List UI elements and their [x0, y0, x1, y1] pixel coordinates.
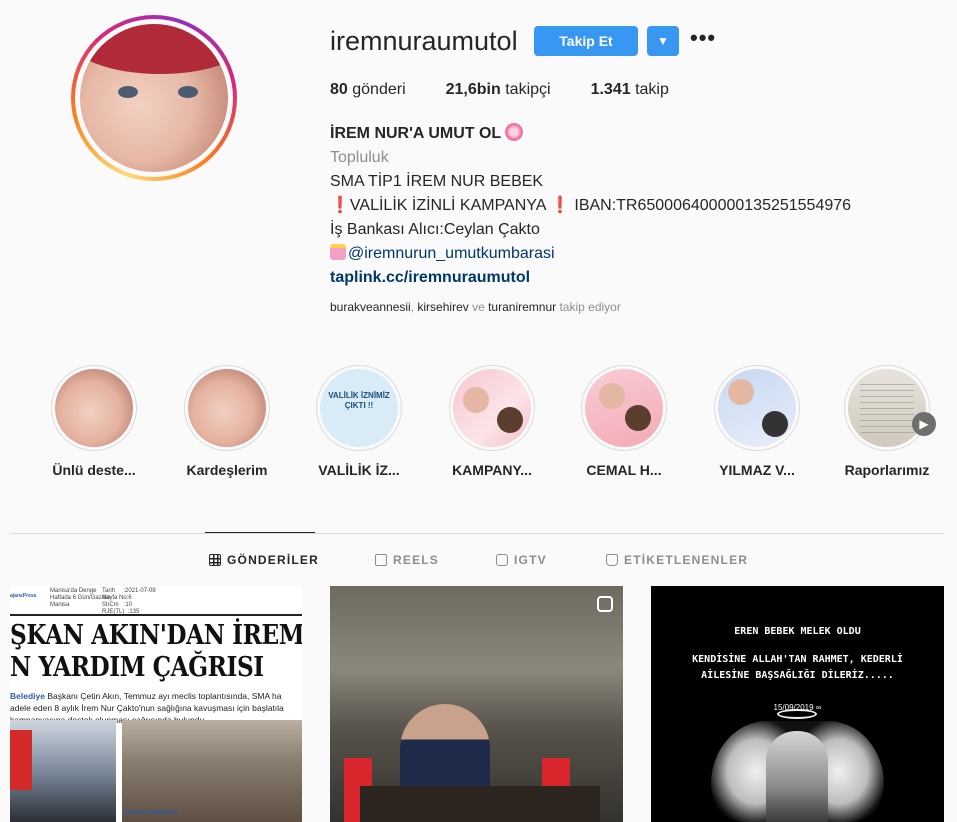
- followed-by-text[interactable]: burakveannesii, kirsehirev ve turaniremn…: [330, 300, 621, 314]
- highlight-cover: [55, 369, 133, 447]
- highlight-item[interactable]: Kardeşlerim: [172, 365, 282, 478]
- shopping-bag-icon: [330, 244, 346, 260]
- chevron-right-icon[interactable]: ▶: [912, 412, 936, 436]
- highlight-item[interactable]: YILMAZ V...: [702, 365, 812, 478]
- reels-icon: [597, 596, 613, 612]
- newspaper-photo: [122, 720, 302, 822]
- tab-tagged[interactable]: ETİKETLENENLER: [606, 553, 748, 567]
- newspaper-headline: ŞKAN AKIN'DAN İREM BEBE: [10, 620, 302, 651]
- highlight-item[interactable]: KAMPANY...: [437, 365, 547, 478]
- highlight-cover: [453, 369, 531, 447]
- tab-igtv[interactable]: IGTV: [496, 553, 547, 567]
- posts-count: 80 gönderi: [330, 81, 406, 98]
- highlight-cover: [718, 369, 796, 447]
- highlight-item[interactable]: CEMAL H...: [569, 365, 679, 478]
- post-title: EREN BEBEK MELEK OLDU: [734, 626, 861, 637]
- post-thumbnail[interactable]: [330, 586, 623, 822]
- child-photo: [766, 731, 828, 822]
- highlight-item[interactable]: VALİLİK İZNİMİZ ÇIKTI !! VALİLİK İZ...: [304, 365, 414, 478]
- more-options-button[interactable]: •••: [690, 25, 720, 54]
- post-thumbnail[interactable]: EREN BEBEK MELEK OLDU KENDİSİNE ALLAH'TA…: [651, 586, 944, 822]
- exclamation-icon: ❗: [550, 197, 570, 214]
- post-thumbnail[interactable]: ajansPress Manisa'da Denge Haftada 6 Gün…: [10, 586, 302, 822]
- flower-icon: [505, 123, 524, 141]
- igtv-icon: [496, 554, 508, 566]
- profile-avatar[interactable]: [71, 15, 237, 181]
- more-icon: •••: [690, 25, 717, 50]
- story-highlights: Ünlü deste... Kardeşlerim VALİLİK İZNİMİ…: [0, 365, 957, 485]
- highlight-item[interactable]: Ünlü deste...: [39, 365, 149, 478]
- profile-username: iremnuraumutol: [330, 26, 518, 56]
- newspaper-masthead: ajansPress Manisa'da Denge Haftada 6 Gün…: [10, 588, 156, 615]
- profile-stats: 80 gönderi 21,6bin takipçi 1.341 takip: [330, 81, 709, 99]
- bio-mention-link[interactable]: @iremnurun_umutkumbarasi: [348, 245, 555, 262]
- newspaper-headline: N YARDIM ÇAĞRISI: [10, 652, 264, 683]
- tag-icon: [606, 554, 618, 566]
- bio-line-2: ❗VALİLİK İZİNLİ KAMPANYA ❗ IBAN:TR650006…: [330, 197, 852, 214]
- followers-count[interactable]: 21,6bin takipçi: [446, 81, 551, 99]
- halo-image: [777, 709, 817, 719]
- bio-website-link[interactable]: taplink.cc/iremnuraumutol: [330, 269, 530, 286]
- profile-bio: İREM NUR'A UMUT OL Topluluk SMA TİP1 İRE…: [330, 122, 851, 290]
- bio-line-1: SMA TİP1 İREM NUR BEBEK: [330, 173, 544, 190]
- highlight-cover: VALİLİK İZNİMİZ ÇIKTI !!: [320, 369, 398, 447]
- suggestions-dropdown-button[interactable]: ▼: [647, 26, 679, 56]
- following-count[interactable]: 1.341 takip: [591, 81, 669, 99]
- exclamation-icon: ❗: [330, 197, 350, 214]
- bio-line-3: İş Bankası Alıcı:Ceylan Çakto: [330, 221, 540, 238]
- profile-photo: [80, 24, 228, 172]
- chevron-down-icon: ▼: [657, 34, 669, 48]
- active-tab-indicator: [205, 532, 315, 533]
- follow-button[interactable]: Takip Et: [534, 26, 638, 56]
- grid-icon: [209, 554, 221, 566]
- profile-category: Topluluk: [330, 149, 389, 166]
- tab-reels[interactable]: REELS: [375, 553, 439, 567]
- newspaper-photo: [10, 720, 116, 822]
- reels-icon: [375, 554, 387, 566]
- newspaper-logo: ajansPress: [10, 593, 37, 599]
- tabs-divider: [10, 533, 944, 534]
- highlight-cover: [585, 369, 663, 447]
- highlight-cover: [188, 369, 266, 447]
- tab-posts[interactable]: GÖNDERİLER: [209, 553, 319, 567]
- highlight-cover: [848, 369, 926, 447]
- profile-full-name: İREM NUR'A UMUT OL: [330, 125, 502, 142]
